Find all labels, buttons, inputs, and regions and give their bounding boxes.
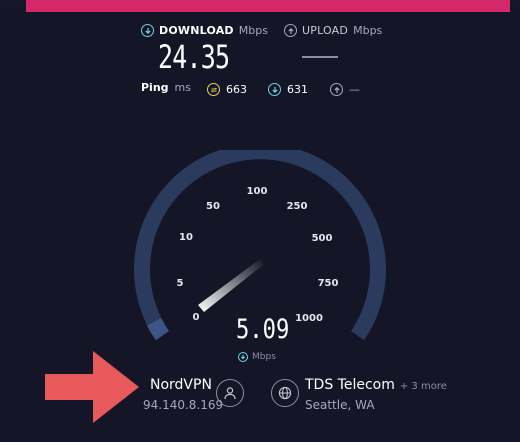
gauge-tick-10: 10 [179,232,193,243]
jitter-icon [207,83,220,96]
gauge-tick-0: 0 [193,312,200,323]
ping-jitter-item: 663 [207,83,247,96]
ping-download-item: 631 [268,83,308,96]
upload-header: UPLOAD Mbps [284,24,382,37]
ping-download-icon [268,83,281,96]
download-unit: Mbps [238,24,268,37]
gauge-tick-50: 50 [206,201,220,212]
change-server-button[interactable] [216,379,244,407]
top-bar-edge-right [510,0,520,12]
ping-upload-icon [330,83,343,96]
isp-more-link[interactable]: + 3 more [400,381,447,392]
current-speed-unit: Mbps [252,352,276,362]
download-value: 24.35 [158,38,230,76]
ping-label: Ping [141,81,169,94]
download-header: DOWNLOAD Mbps [141,24,268,37]
gauge-tick-5: 5 [177,278,184,289]
upload-arrow-icon [284,24,297,37]
ping-upload-item: — [330,83,360,96]
ping-upload-value: — [349,83,360,96]
top-bar-edge-left [0,0,26,12]
ping-download-value: 631 [287,83,308,96]
top-accent-bar [0,0,520,12]
ping-label-group: Ping ms [141,81,191,94]
isp-name-group: TDS Telecom + 3 more [305,377,447,393]
upload-unit: Mbps [353,24,383,37]
upload-value-placeholder [302,56,338,58]
gauge-track [134,150,386,341]
gauge-tick-750: 750 [318,278,339,289]
download-arrow-icon [141,24,154,37]
ping-unit: ms [174,81,191,94]
ping-jitter-value: 663 [226,83,247,96]
gauge-needle [198,259,264,312]
user-icon [224,387,236,400]
annotation-arrow-icon [45,351,139,423]
gauge-tick-250: 250 [287,201,308,212]
upload-label: UPLOAD [302,24,349,37]
current-speed-value: 5.09 [236,314,290,345]
gauge-tick-100: 100 [247,186,268,197]
isp-name: TDS Telecom [305,377,395,393]
readout-download-icon [238,352,248,362]
server-provider-name: NordVPN [150,377,212,393]
gauge-progress [146,318,169,341]
server-ip: 94.140.8.169 [143,398,224,412]
isp-location: Seattle, WA [305,398,375,412]
gauge-tick-1000: 1000 [295,313,323,324]
current-speed-unit-group: Mbps [238,352,276,362]
download-label: DOWNLOAD [159,24,234,37]
gauge-tick-500: 500 [312,233,333,244]
isp-button[interactable] [271,379,299,407]
globe-icon [278,386,292,400]
